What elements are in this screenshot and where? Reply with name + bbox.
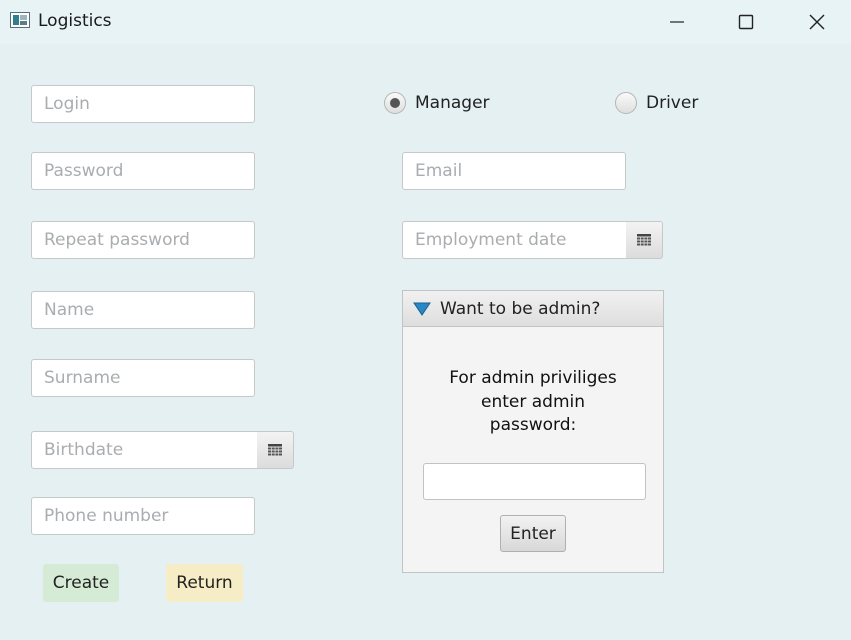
admin-pane-title: Want to be admin? xyxy=(440,298,601,319)
surname-input[interactable] xyxy=(31,359,255,397)
minimize-icon xyxy=(670,21,684,23)
employment-date-input[interactable] xyxy=(402,221,627,259)
close-icon xyxy=(809,14,825,30)
return-button[interactable]: Return xyxy=(166,564,243,602)
admin-text-line: password: xyxy=(489,415,577,435)
calendar-icon xyxy=(268,443,282,455)
create-button[interactable]: Create xyxy=(43,564,119,602)
repeat-password-input[interactable] xyxy=(31,221,255,259)
radio-manager-label: Manager xyxy=(415,93,490,113)
enter-button[interactable]: Enter xyxy=(500,515,566,552)
radio-driver-label: Driver xyxy=(646,93,699,113)
login-input[interactable] xyxy=(31,85,255,123)
admin-text-line: enter admin xyxy=(480,391,586,412)
triangle-down-icon xyxy=(413,302,431,316)
app-icon xyxy=(10,12,30,28)
email-input[interactable] xyxy=(402,152,626,190)
admin-titled-pane: Want to be admin? For admin priviliges e… xyxy=(402,290,664,573)
employment-date-calendar-button[interactable] xyxy=(626,221,663,259)
maximize-icon xyxy=(738,14,754,30)
password-input[interactable] xyxy=(31,152,255,190)
name-input[interactable] xyxy=(31,291,255,329)
title-bar: Logistics xyxy=(0,0,851,44)
radio-driver-indicator[interactable] xyxy=(615,92,637,114)
radio-manager-indicator[interactable] xyxy=(384,92,406,114)
admin-text-line: For admin priviliges xyxy=(449,368,617,388)
admin-pane-text: For admin priviliges enter admin passwor… xyxy=(403,367,663,438)
birthdate-calendar-button[interactable] xyxy=(257,431,294,469)
birthdate-input[interactable] xyxy=(31,431,258,469)
window-title: Logistics xyxy=(38,11,112,31)
admin-pane-header[interactable]: Want to be admin? xyxy=(403,291,663,327)
close-button[interactable] xyxy=(794,0,840,44)
calendar-icon xyxy=(637,233,651,245)
radio-driver[interactable]: Driver xyxy=(615,92,698,114)
radio-manager[interactable]: Manager xyxy=(384,92,490,114)
maximize-button[interactable] xyxy=(723,0,769,44)
admin-password-input[interactable] xyxy=(423,463,646,500)
minimize-button[interactable] xyxy=(654,0,700,44)
phone-number-input[interactable] xyxy=(31,497,255,535)
